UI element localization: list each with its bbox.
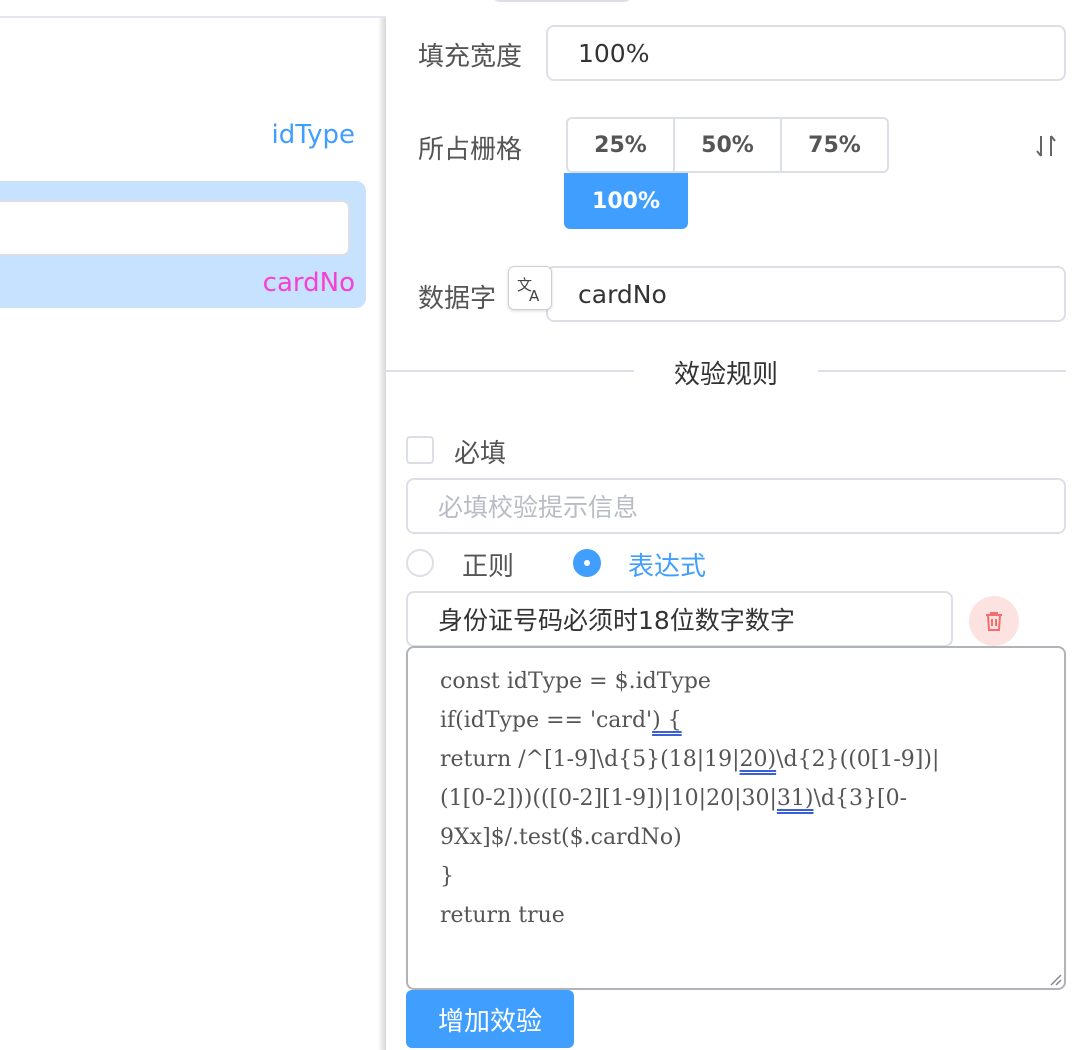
add-validation-button[interactable]: 增加效验 (406, 990, 574, 1048)
code-line: const idType = $.idType (440, 669, 711, 694)
radio-regex[interactable] (406, 549, 434, 577)
panel-shadow (378, 18, 386, 1050)
svg-text:A: A (529, 287, 540, 303)
sort-icon[interactable] (1032, 132, 1060, 160)
data-field-label: 数据字 (418, 284, 497, 314)
radio-expression[interactable] (573, 549, 601, 577)
code-line: return true (440, 903, 565, 928)
grid-span-button-group: 25% 50% 75% (566, 117, 889, 173)
form-canvas: idType cardNo (0, 0, 386, 1050)
required-label[interactable]: 必填 (454, 433, 506, 470)
rule-message-input[interactable]: 身份证号码必须时18位数字数字 (406, 591, 953, 647)
resize-grip-icon[interactable] (1048, 972, 1062, 986)
code-line: } (440, 864, 454, 889)
field-cardno-label[interactable]: cardNo (263, 268, 355, 298)
translate-icon[interactable]: 文 A (508, 266, 552, 310)
code-line: 9Xx]$/.test($.cardNo) (440, 825, 682, 850)
fill-width-label: 填充宽度 (418, 42, 523, 72)
fill-width-input[interactable]: 100% (546, 25, 1066, 81)
cardno-field-input[interactable] (0, 200, 350, 256)
code-line: if(idType == 'card') { (440, 708, 682, 733)
property-panel: 填充宽度 100% 所占栅格 25% 50% 75% 100% 数据字 文 A … (386, 0, 1074, 1050)
fill-width-value: 100% (578, 38, 650, 68)
previous-input-edge (492, 0, 632, 2)
required-checkbox[interactable] (406, 436, 434, 464)
data-field-input[interactable]: cardNo (546, 266, 1066, 322)
grid-span-25-button[interactable]: 25% (566, 117, 675, 173)
code-line: return /^[1-9]\d{5}(18|19|20)\d{2}((0[1-… (440, 747, 940, 772)
canvas-top-border (0, 16, 386, 18)
grid-span-75-button[interactable]: 75% (780, 117, 889, 173)
delete-icon (986, 612, 1002, 631)
delete-rule-button[interactable] (969, 596, 1019, 646)
required-message-input[interactable]: 必填校验提示信息 (406, 478, 1066, 534)
expression-textarea[interactable]: const idType = $.idType if(idType == 'ca… (406, 646, 1066, 990)
required-message-placeholder: 必填校验提示信息 (438, 493, 639, 522)
grid-span-50-button[interactable]: 50% (673, 117, 782, 173)
code-line: (1[0-2]))(([0-2][1-9])|10|20|30|31)\d{3}… (440, 786, 907, 811)
grid-span-label: 所占栅格 (418, 135, 523, 165)
rule-message-value: 身份证号码必须时18位数字数字 (438, 606, 795, 635)
field-idtype-label[interactable]: idType (272, 120, 355, 150)
grid-span-100-button[interactable]: 100% (564, 173, 688, 229)
validation-section-title: 效验规则 (634, 354, 818, 391)
radio-regex-label[interactable]: 正则 (462, 546, 514, 583)
radio-expression-label[interactable]: 表达式 (628, 546, 706, 583)
data-field-value: cardNo (578, 279, 667, 309)
